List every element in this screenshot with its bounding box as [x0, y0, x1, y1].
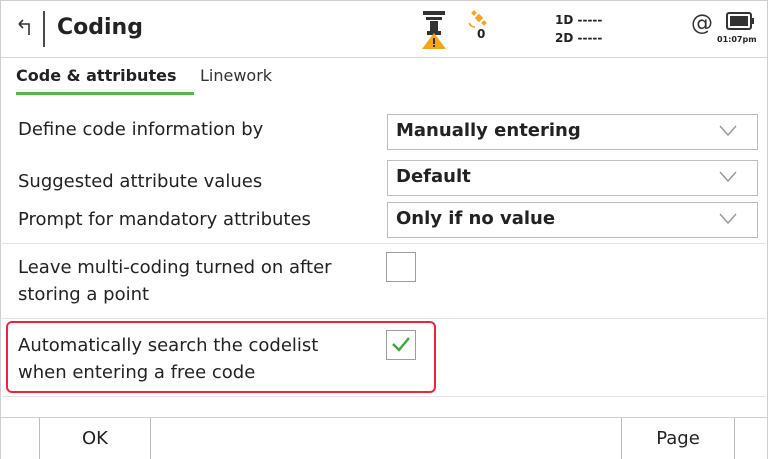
internet-at-icon[interactable]: @ — [691, 11, 713, 36]
divider — [0, 318, 766, 319]
leave-multicoding-checkbox[interactable] — [386, 252, 416, 282]
tab-linework[interactable]: Linework — [200, 66, 272, 85]
auto-search-label-2: when entering a free code — [18, 362, 256, 383]
ok-button-label: OK — [82, 428, 108, 449]
auto-search-label-1: Automatically search the codelist — [18, 335, 319, 356]
tab-code-attributes[interactable]: Code & attributes — [16, 66, 176, 85]
leave-multicoding-label-2: storing a point — [18, 284, 150, 305]
precision-1d: 1D ----- — [555, 13, 603, 27]
auto-search-checkbox[interactable] — [386, 330, 416, 360]
prompt-mandatory-value: Only if no value — [396, 208, 556, 229]
chevron-down-icon — [719, 125, 737, 137]
define-code-value: Manually entering — [396, 120, 581, 141]
page-button-label: Page — [656, 428, 700, 449]
header-separator — [43, 11, 45, 47]
chevron-down-icon — [719, 171, 737, 183]
title-bar: Coding 0 1D ----- 2D ----- @ 01:07pm — [1, 1, 767, 58]
page-title: Coding — [57, 15, 143, 40]
precision-2d: 2D ----- — [555, 31, 603, 45]
leave-multicoding-label-1: Leave multi-coding turned on after — [18, 257, 332, 278]
precision-readout: 1D ----- 2D ----- — [555, 11, 602, 47]
define-code-label: Define code information by — [18, 119, 264, 140]
active-tab-underline — [16, 92, 194, 95]
prompt-mandatory-dropdown[interactable]: Only if no value — [387, 202, 758, 238]
checkmark-icon — [392, 337, 410, 352]
page-button[interactable]: Page — [621, 418, 735, 459]
define-code-dropdown[interactable]: Manually entering — [387, 114, 758, 150]
clock-time: 01:07pm — [717, 35, 757, 44]
ok-button[interactable]: OK — [39, 418, 151, 459]
chevron-down-icon — [719, 213, 737, 225]
gnss-receiver-warning-icon[interactable] — [419, 7, 449, 51]
back-arrow-icon[interactable] — [13, 15, 37, 39]
satellite-count: 0 — [477, 27, 486, 41]
suggested-values-dropdown[interactable]: Default — [387, 160, 758, 196]
suggested-values-value: Default — [396, 166, 471, 187]
softkey-bar: OK Page — [1, 417, 767, 459]
divider — [0, 396, 766, 397]
prompt-mandatory-label: Prompt for mandatory attributes — [18, 209, 311, 230]
divider — [0, 243, 766, 244]
suggested-values-label: Suggested attribute values — [18, 171, 263, 192]
